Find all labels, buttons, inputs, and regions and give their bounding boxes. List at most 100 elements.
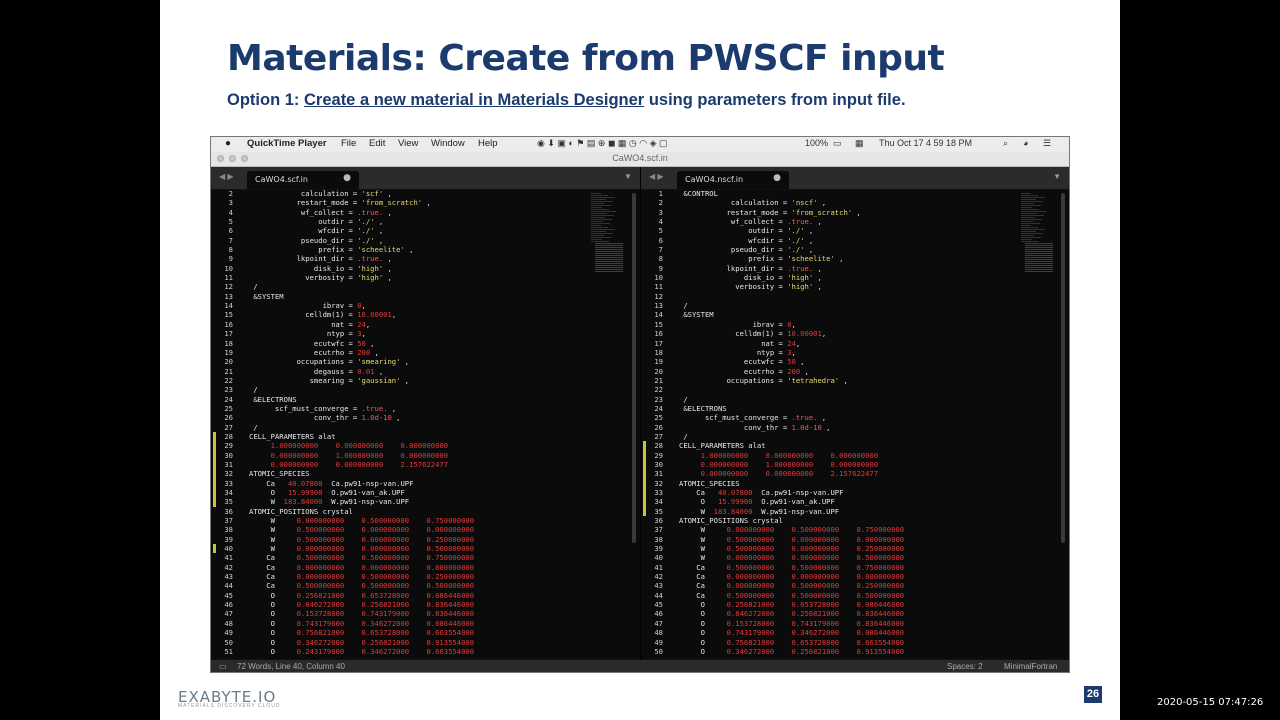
status-syntax[interactable]: MinimalFortran	[1004, 662, 1057, 671]
code-line[interactable]: 25 scf_must_converge = .true. ,	[211, 404, 640, 413]
code-line[interactable]: 37 W 0.000000000 0.500000000 0.750000000	[641, 525, 1069, 534]
code-line[interactable]: 11 verbosity = 'high' ,	[211, 273, 640, 282]
code-view-right[interactable]: 1 &CONTROL 2 calculation = 'nscf' ,3 rest…	[641, 189, 1069, 659]
menu-view[interactable]: View	[398, 138, 418, 149]
code-line[interactable]: 45 O 0.256821000 0.653728000 0.086446000	[211, 591, 640, 600]
chevron-down-icon[interactable]: ▼	[1053, 172, 1061, 181]
code-line[interactable]: 41 Ca 0.500000000 0.500000000 0.75000000…	[211, 553, 640, 562]
code-line[interactable]: 19 ecutwfc = 50 ,	[641, 357, 1069, 366]
code-line[interactable]: 48 O 0.743179000 0.346272000 0.086446000	[211, 619, 640, 628]
code-line[interactable]: 4 wf_collect = .true. ,	[641, 217, 1069, 226]
code-line[interactable]: 36 ATOMIC_POSITIONS crystal	[211, 507, 640, 516]
zoom-icon[interactable]	[241, 155, 248, 162]
code-line[interactable]: 33 Ca 40.07800 Ca.pw91-nsp-van.UPF	[641, 488, 1069, 498]
code-line[interactable]: 43 Ca 0.000000000 0.500000000 0.25000000…	[641, 581, 1069, 590]
code-line[interactable]: 27 /	[211, 423, 640, 432]
code-line[interactable]: 40 W 0.000000000 0.000000000 0.500000000	[641, 553, 1069, 562]
code-line[interactable]: 3 restart_mode = 'from_scratch' ,	[211, 198, 640, 207]
code-line[interactable]: 2 calculation = 'scf' ,	[211, 189, 640, 198]
menu-file[interactable]: File	[341, 138, 356, 149]
menubar-clock[interactable]: Thu Oct 17 4 59 18 PM	[879, 138, 972, 148]
code-line[interactable]: 20 ecutrho = 200 ,	[641, 367, 1069, 376]
code-line[interactable]: 46 O 0.846272000 0.256821000 0.836446000	[641, 609, 1069, 618]
siri-icon[interactable]: ◕	[1023, 138, 1028, 148]
unsaved-dot-icon[interactable]: ●	[773, 173, 781, 183]
code-line[interactable]: 21 degauss = 0.01 ,	[211, 367, 640, 376]
code-line[interactable]: 18 ntyp = 3,	[641, 348, 1069, 357]
code-line[interactable]: 36 ATOMIC_POSITIONS crystal	[641, 516, 1069, 525]
code-line[interactable]: 23 /	[641, 395, 1069, 404]
minimap-right[interactable]	[1013, 193, 1059, 293]
code-line[interactable]: 25 scf_must_converge = .true. ,	[641, 413, 1069, 422]
code-line[interactable]: 34 O 15.99900 O.pw91-van_ak.UPF	[641, 497, 1069, 507]
code-line[interactable]: 34 O 15.99900 O.pw91-van_ak.UPF	[211, 488, 640, 498]
menu-help[interactable]: Help	[478, 138, 498, 149]
code-line[interactable]: 50 O 0.346272000 0.256821000 0.913554000	[641, 647, 1069, 656]
code-line[interactable]: 37 W 0.000000000 0.500000000 0.750000000	[211, 516, 640, 525]
code-line[interactable]: 32 ATOMIC_SPECIES	[641, 478, 1069, 488]
minimap-left[interactable]	[583, 193, 629, 293]
code-line[interactable]: 43 Ca 0.000000000 0.500000000 0.25000000…	[211, 572, 640, 581]
code-line[interactable]: 28 CELL_PARAMETERS alat	[641, 441, 1069, 451]
code-line[interactable]: 16 celldm(1) = 10.00001,	[641, 329, 1069, 338]
code-line[interactable]: 6 wfcdir = './' ,	[211, 226, 640, 235]
code-line[interactable]: 32 ATOMIC_SPECIES	[211, 469, 640, 479]
code-line[interactable]: 13 &SYSTEM	[211, 292, 640, 301]
code-line[interactable]: 48 O 0.743179000 0.346272000 0.086446000	[641, 628, 1069, 637]
code-line[interactable]: 5 outdir = './' ,	[641, 226, 1069, 235]
code-line[interactable]: 18 ecutwfc = 50 ,	[211, 339, 640, 348]
code-line[interactable]: 22 smearing = 'gaussian' ,	[211, 376, 640, 385]
code-line[interactable]: 39 W 0.500000000 0.000000000 0.250000000	[211, 535, 640, 544]
tab-nav-arrows-icon[interactable]: ◀ ▶	[649, 172, 664, 181]
code-line[interactable]: 9 lkpoint_dir = .true. ,	[211, 254, 640, 263]
code-line[interactable]: 5 outdir = './' ,	[211, 217, 640, 226]
minimize-icon[interactable]	[229, 155, 236, 162]
code-line[interactable]: 29 1.000000000 0.000000000 0.000000000	[211, 441, 640, 451]
code-line[interactable]: 6 wfcdir = './' ,	[641, 236, 1069, 245]
tab-nscf[interactable]: CaWO4.nscf.in ●	[677, 171, 789, 189]
status-indentation[interactable]: Spaces: 2	[947, 662, 983, 671]
code-line[interactable]: 13 /	[641, 301, 1069, 310]
code-line[interactable]: 3 restart_mode = 'from_scratch' ,	[641, 208, 1069, 217]
code-line[interactable]: 4 wf_collect = .true. ,	[211, 208, 640, 217]
code-line[interactable]: 49 O 0.756821000 0.653728000 0.663554000	[211, 628, 640, 637]
code-line[interactable]: 11 verbosity = 'high' ,	[641, 282, 1069, 291]
code-line[interactable]: 23 /	[211, 385, 640, 394]
code-line[interactable]: 30 0.000000000 1.000000000 0.000000000	[211, 450, 640, 460]
code-line[interactable]: 15 celldm(1) = 10.00001,	[211, 310, 640, 319]
code-line[interactable]: 38 W 0.500000000 0.000000000 0.000000000	[641, 535, 1069, 544]
code-line[interactable]: 35 W 183.84000 W.pw91-nsp-van.UPF	[641, 506, 1069, 517]
scrollbar-right[interactable]	[1061, 193, 1065, 543]
code-line[interactable]: 1 &CONTROL	[641, 189, 1069, 198]
code-line[interactable]: 31 0.000000000 0.000000000 2.157622477	[641, 469, 1069, 479]
close-icon[interactable]	[217, 155, 224, 162]
code-line[interactable]: 26 conv_thr = 1.0d-10 ,	[211, 413, 640, 422]
code-line[interactable]: 21 occupations = 'tetrahedra' ,	[641, 376, 1069, 385]
code-line[interactable]: 10 disk_io = 'high' ,	[641, 273, 1069, 282]
status-panel-icon[interactable]: ▭	[219, 662, 227, 671]
code-line[interactable]: 9 lkpoint_dir = .true. ,	[641, 264, 1069, 273]
menu-app-name[interactable]: QuickTime Player	[247, 138, 327, 149]
code-line[interactable]: 24 &ELECTRONS	[641, 404, 1069, 413]
code-line[interactable]: 14 &SYSTEM	[641, 310, 1069, 319]
code-line[interactable]: 12 /	[211, 282, 640, 291]
spotlight-icon[interactable]: ⌕	[1003, 138, 1008, 149]
code-line[interactable]: 29 1.000000000 0.000000000 0.000000000	[641, 450, 1069, 460]
chevron-down-icon[interactable]: ▼	[624, 172, 632, 181]
code-line[interactable]: 10 disk_io = 'high' ,	[211, 264, 640, 273]
code-line[interactable]: 47 O 0.153728000 0.743179000 0.836446000	[641, 619, 1069, 628]
code-line[interactable]: 27 /	[641, 432, 1069, 441]
code-line[interactable]: 7 pseudo_dir = './' ,	[211, 236, 640, 245]
tab-nav-arrows-icon[interactable]: ◀ ▶	[219, 172, 234, 181]
code-line[interactable]: 22	[641, 385, 1069, 394]
code-line[interactable]: 40 W 0.000000000 0.000000000 0.500000000	[211, 544, 640, 554]
code-line[interactable]: 45 O 0.256821000 0.653728000 0.086446000	[641, 600, 1069, 609]
editor-pane-left[interactable]: ◀ ▶ CaWO4.scf.in ● ▼ 2 calculation = 'sc…	[211, 167, 640, 659]
unsaved-dot-icon[interactable]: ●	[343, 173, 351, 183]
code-line[interactable]: 12	[641, 292, 1069, 301]
code-line[interactable]: 51 O 0.243179000 0.346272000 0.663554000	[211, 647, 640, 656]
code-line[interactable]: 30 0.000000000 1.000000000 0.000000000	[641, 459, 1069, 470]
code-line[interactable]: 24 &ELECTRONS	[211, 395, 640, 404]
code-line[interactable]: 39 W 0.500000000 0.000000000 0.250000000	[641, 544, 1069, 553]
code-line[interactable]: 42 Ca 0.000000000 0.000000000 0.00000000…	[641, 572, 1069, 581]
